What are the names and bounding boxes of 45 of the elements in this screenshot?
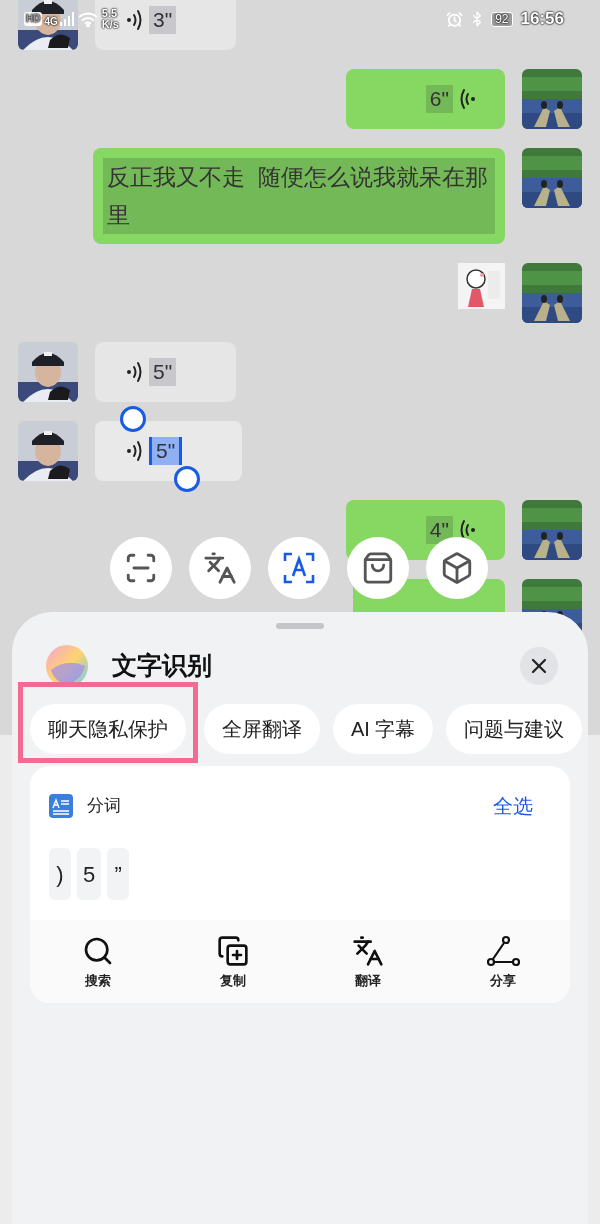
document-icon: [49, 794, 73, 818]
word-token[interactable]: 5: [77, 848, 102, 900]
clock-time: 16:56: [520, 8, 564, 31]
select-all-link[interactable]: 全选: [493, 791, 533, 821]
speed-unit: K/s: [101, 19, 119, 30]
speed-value: 5.5: [101, 8, 118, 19]
translate-icon: [351, 935, 384, 967]
copy-icon: [216, 935, 249, 967]
action-button[interactable]: 搜索: [30, 935, 165, 991]
voice-duration: 5": [149, 358, 177, 386]
network-label: 4G: [44, 15, 58, 29]
signal-icon: [59, 12, 76, 26]
section-label: 分词: [87, 795, 121, 818]
action-button[interactable]: 分享: [435, 935, 570, 991]
drag-handle[interactable]: [276, 623, 324, 629]
voice-duration: 3": [149, 6, 177, 34]
cube-icon: [440, 551, 474, 585]
action-button[interactable]: 复制: [165, 935, 300, 991]
chip-button[interactable]: 聊天隐私保护: [30, 704, 186, 754]
scan-icon: [124, 551, 158, 585]
voice-duration: 5": [149, 437, 183, 465]
voice-duration: 4": [425, 516, 453, 544]
voice-bubble[interactable]: 6": [345, 69, 505, 129]
chip-button[interactable]: 问题与建议: [446, 704, 583, 754]
chip-button[interactable]: 全屏翻译: [204, 704, 320, 754]
selection-handle[interactable]: [120, 406, 146, 432]
close-button[interactable]: [520, 647, 558, 685]
voice-bubble[interactable]: 5": [95, 421, 243, 481]
wifi-icon: [77, 11, 98, 27]
message-text: 反正我又不走 随便怎么说我就呆在那里: [103, 158, 495, 234]
translate-icon: [203, 551, 237, 585]
selection-handle[interactable]: [174, 466, 200, 492]
alarm-icon: [446, 10, 464, 28]
text-bubble[interactable]: 反正我又不走 随便怎么说我就呆在那里: [93, 148, 505, 244]
voice-duration: 6": [425, 85, 453, 113]
action-button[interactable]: 翻译: [300, 935, 435, 991]
hd-badge: HD: [24, 12, 43, 26]
word-token[interactable]: ): [49, 848, 71, 900]
word-token[interactable]: ”: [107, 848, 130, 900]
voice-bubble[interactable]: 5": [95, 342, 237, 402]
sheet-title: 文字识别: [112, 650, 212, 682]
chip-button[interactable]: AI 字幕: [333, 704, 434, 754]
text-recognition-icon: [282, 551, 316, 585]
share-icon: [485, 935, 520, 967]
bag-icon: [361, 551, 395, 585]
